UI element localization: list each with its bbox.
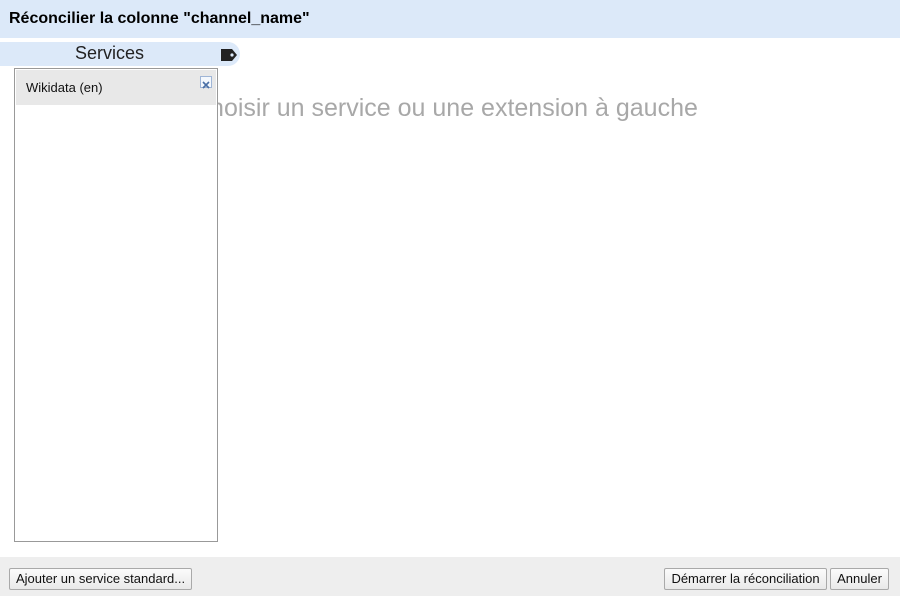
add-standard-service-button[interactable]: Ajouter un service standard...	[9, 568, 192, 590]
empty-state-message: Choisir un service ou une extension à ga…	[218, 94, 698, 122]
service-item-label: Wikidata (en)	[26, 80, 103, 95]
service-item-wikidata[interactable]: Wikidata (en)	[16, 70, 216, 105]
tag-icon	[221, 49, 237, 61]
dialog-title: Réconcilier la colonne "channel_name"	[9, 10, 310, 27]
services-tab: Services	[0, 42, 240, 66]
cancel-button[interactable]: Annuler	[830, 568, 889, 590]
dialog-footer: Ajouter un service standard... Démarrer …	[0, 557, 900, 596]
services-list: Wikidata (en)	[14, 68, 218, 542]
start-reconciliation-button[interactable]: Démarrer la réconciliation	[664, 568, 827, 590]
dialog-header: Réconcilier la colonne "channel_name"	[0, 0, 900, 38]
services-tab-label: Services	[75, 43, 145, 63]
reconcile-dialog: Réconcilier la colonne "channel_name" Se…	[0, 0, 900, 596]
service-content-area: Choisir un service ou une extension à ga…	[218, 88, 900, 128]
close-icon[interactable]	[200, 76, 212, 89]
